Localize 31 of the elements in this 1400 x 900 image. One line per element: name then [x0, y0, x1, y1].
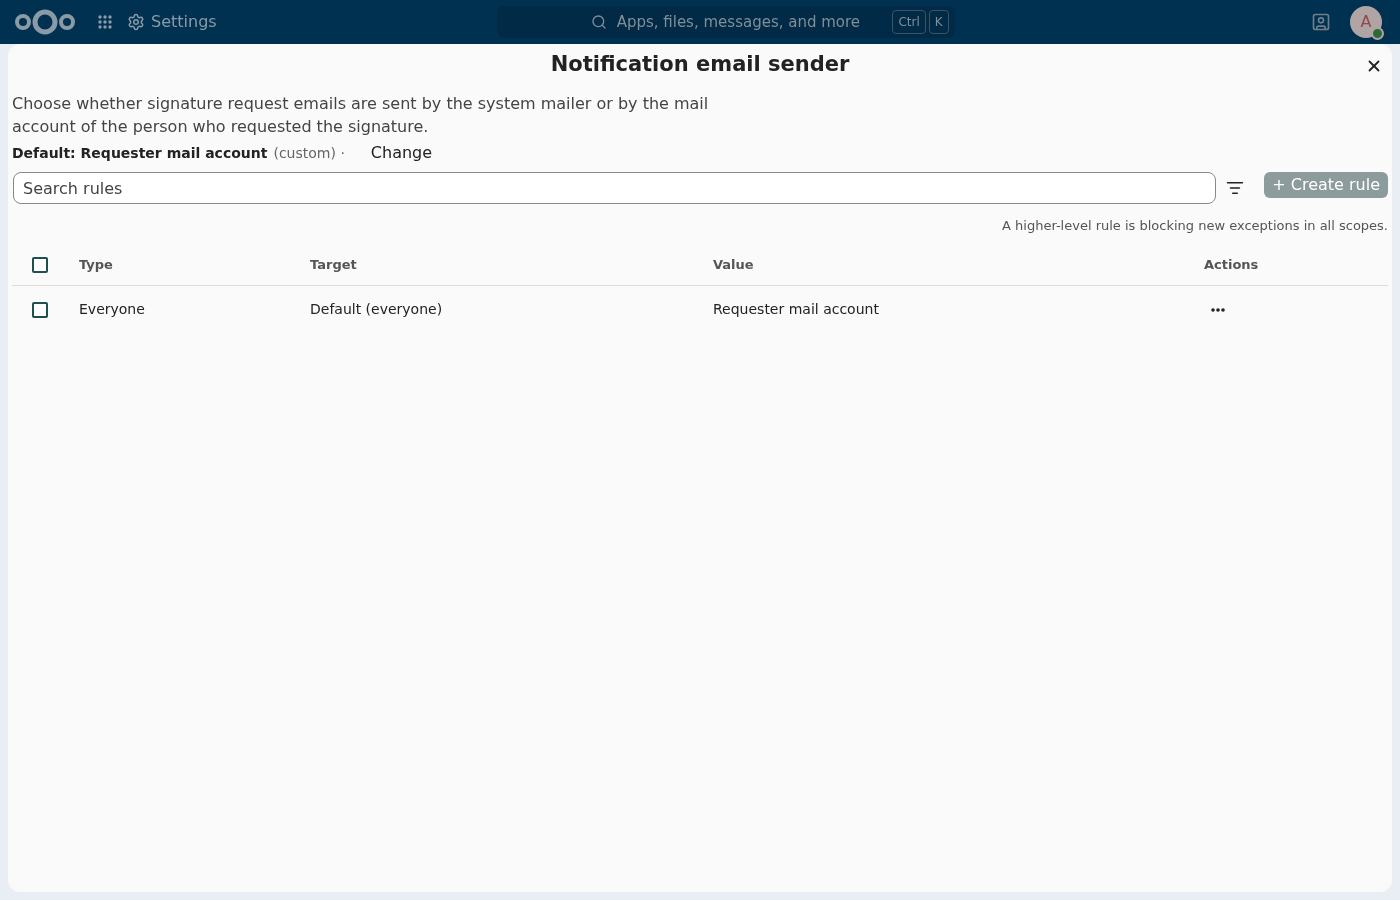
avatar[interactable]: A	[1350, 6, 1382, 38]
search-field[interactable]: Apps, files, messages, and more Ctrl K	[496, 6, 955, 38]
search-placeholder: Apps, files, messages, and more	[616, 11, 861, 33]
column-header: Value	[713, 257, 754, 273]
shortcut-key: Ctrl	[892, 10, 926, 34]
table-cell: Requester mail account	[713, 301, 879, 317]
filter-icon[interactable]	[1226, 179, 1245, 197]
change-button[interactable]: Change	[364, 140, 439, 166]
logo-icon[interactable]	[14, 8, 76, 36]
contacts-icon[interactable]	[1311, 12, 1331, 32]
column-header: Actions	[1204, 256, 1259, 275]
checkbox[interactable]	[32, 257, 48, 273]
app-title: Settings	[151, 11, 217, 33]
column-header: Target	[310, 257, 357, 273]
dialog-description: Choose whether signature request emails are sent by the system mailer or by the mail account of the person who requested the signature.	[12, 93, 710, 138]
search-rules-field[interactable]: Search rules	[13, 172, 1217, 204]
column-header: Type	[79, 257, 113, 273]
default-note: (custom) ·	[273, 143, 345, 163]
default-setting-text: Default: Requester mail account	[12, 143, 268, 163]
shortcut-key: K	[928, 10, 949, 34]
search-icon	[590, 14, 607, 30]
gear-icon	[127, 13, 145, 31]
ellipsis-icon	[1211, 307, 1225, 312]
create-rule-button[interactable]: + Create rule	[1264, 172, 1388, 198]
table-cell: Everyone	[79, 301, 145, 317]
app-menu-icon[interactable]	[98, 15, 112, 29]
online-status-icon	[1371, 27, 1384, 40]
blocking-notice: A higher-level rule is blocking new exceptions in all scopes.	[1002, 217, 1388, 235]
checkbox[interactable]	[32, 301, 48, 318]
table-cell: Default (everyone)	[310, 301, 443, 317]
dialog-title: Notification email sender	[550, 51, 850, 79]
